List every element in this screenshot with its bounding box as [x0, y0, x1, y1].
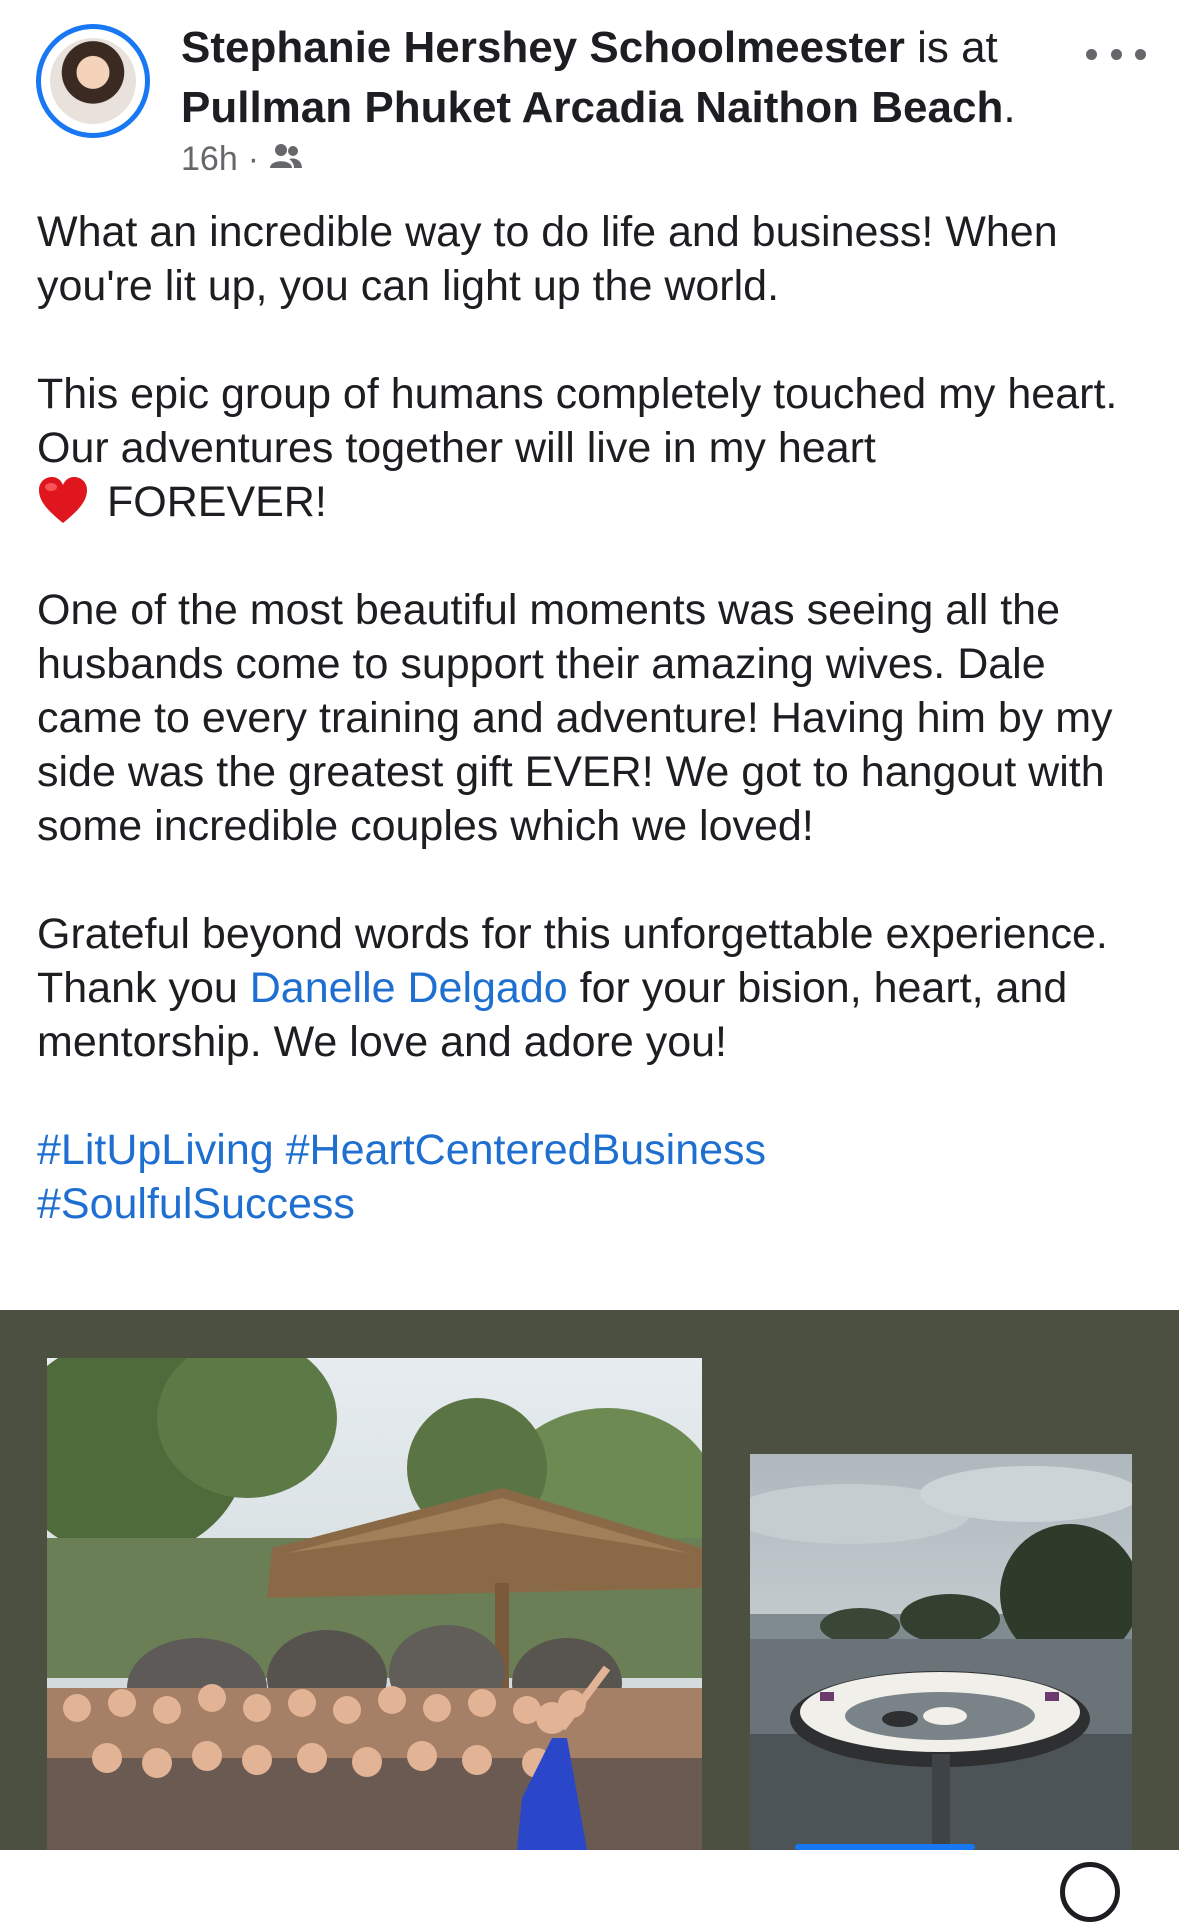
hashtag-link[interactable]: #SoulfulSuccess	[37, 1180, 355, 1228]
mention-link[interactable]: Danelle Delgado	[250, 964, 568, 1012]
post-paragraph-1: What an incredible way to do life and bu…	[37, 208, 1058, 310]
bottom-strip	[0, 1850, 1179, 1873]
meta-separator: ·	[247, 140, 260, 178]
hashtags: #LitUpLiving #HeartCenteredBusiness #Sou…	[37, 1123, 1147, 1231]
location-suffix: .	[1003, 83, 1016, 132]
author-name[interactable]: Stephanie Hershey Schoolmeester	[181, 23, 905, 72]
more-options-icon[interactable]	[1086, 36, 1146, 72]
author-avatar[interactable]	[36, 24, 150, 138]
post-meta: 16h ·	[181, 140, 303, 179]
red-heart-emoji	[37, 476, 89, 526]
group-photo[interactable]	[47, 1358, 702, 1850]
paragraph-2-end: FOREVER!	[107, 478, 327, 526]
author-line: Stephanie Hershey Schoolmeester is at Pu…	[181, 18, 1061, 138]
photo-carousel[interactable]	[0, 1310, 1179, 1850]
post-text: What an incredible way to do life and bu…	[37, 205, 1147, 1231]
friends-icon[interactable]	[269, 140, 303, 179]
post-header: Stephanie Hershey Schoolmeester is at Pu…	[0, 0, 1179, 190]
post-paragraph-3: One of the most beautiful moments was se…	[37, 586, 1113, 850]
hashtag-link[interactable]: #HeartCenteredBusiness	[286, 1126, 766, 1174]
pool-lounge-photo[interactable]	[750, 1454, 1132, 1850]
avatar-photo	[50, 38, 136, 124]
post-paragraph-2: This epic group of humans completely tou…	[37, 367, 1147, 529]
carousel-indicator	[795, 1844, 975, 1850]
location-link[interactable]: Pullman Phuket Arcadia Naithon Beach	[181, 83, 1003, 132]
hashtag-link[interactable]: #LitUpLiving	[37, 1126, 274, 1174]
post-paragraph-4: Grateful beyond words for this unforgett…	[37, 907, 1147, 1069]
paragraph-2-text: This epic group of humans completely tou…	[37, 370, 1118, 472]
is-at-text: is at	[904, 23, 998, 72]
partial-icon	[1060, 1862, 1120, 1922]
post-timestamp[interactable]: 16h	[181, 140, 238, 179]
